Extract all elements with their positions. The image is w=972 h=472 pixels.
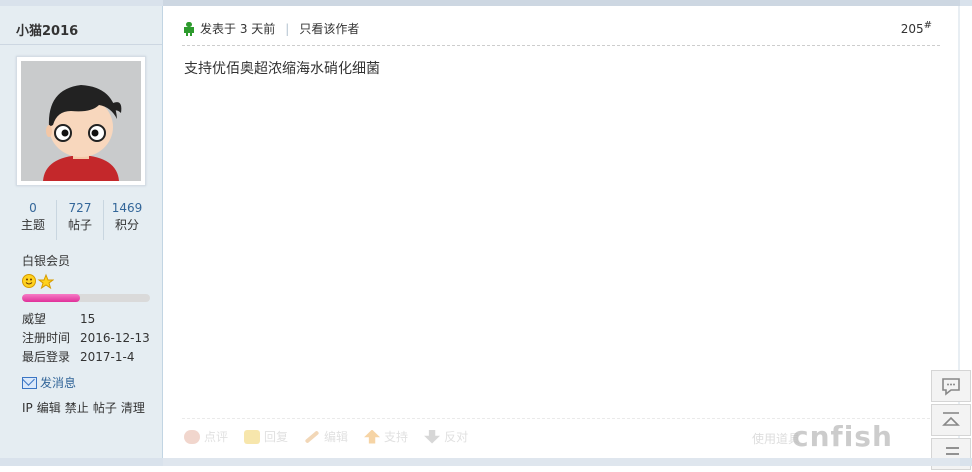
floor-number[interactable]: 205# [901, 20, 932, 36]
admin-ban-link[interactable]: 禁止 [65, 401, 89, 415]
header-divider [182, 45, 940, 46]
back-to-top-button[interactable] [931, 404, 971, 436]
level-progress-bar [22, 294, 150, 302]
stat-credits[interactable]: 1469 积分 [104, 200, 150, 240]
user-icon [184, 21, 194, 36]
reply-button[interactable]: 回复 [244, 428, 288, 445]
post-content: 支持优佰奥超浓缩海水硝化细菌 [184, 61, 380, 77]
bottom-border [0, 458, 972, 466]
divider [0, 44, 162, 45]
admin-edit-link[interactable]: 编辑 [37, 401, 61, 415]
user-panel: 小猫2016 0 主题 727 帖子 1469 积分 白银会员 威望 15 注册… [0, 6, 163, 458]
smile-icon [22, 274, 36, 288]
info-register-date: 注册时间 2016-12-13 [22, 331, 150, 345]
comment-icon [184, 429, 200, 444]
info-last-login: 最后登录 2017-1-4 [22, 350, 135, 364]
site-watermark: cnfish [792, 420, 893, 453]
send-message-link[interactable]: 发消息 [22, 374, 76, 391]
only-author-link[interactable]: 只看该作者 [299, 20, 359, 37]
username-link[interactable]: 小猫2016 [16, 20, 78, 39]
footer-divider [182, 418, 940, 419]
user-group[interactable]: 白银会员 [22, 252, 70, 269]
admin-clear-link[interactable]: 清理 [121, 401, 145, 415]
post-time: 发表于 3 天前 [200, 22, 276, 36]
rate-button[interactable]: 点评 [184, 428, 228, 445]
stat-threads[interactable]: 0 主题 [10, 200, 57, 240]
floating-toolbar [931, 370, 971, 472]
admin-links: IP 编辑 禁止 帖子 清理 [22, 399, 149, 416]
support-button[interactable]: 支持 [364, 428, 408, 445]
user-stats: 0 主题 727 帖子 1469 积分 [10, 200, 150, 240]
admin-ip-link[interactable]: IP [22, 401, 33, 415]
oppose-button[interactable]: 反对 [424, 428, 468, 445]
post-actions: 点评 回复 编辑 支持 反对 [184, 428, 484, 445]
info-prestige: 威望 15 [22, 312, 96, 326]
avatar[interactable] [16, 56, 146, 186]
mail-icon [22, 376, 37, 389]
reply-icon [244, 429, 261, 444]
edit-button[interactable]: 编辑 [304, 428, 348, 445]
user-info: 威望 15 注册时间 2016-12-13 最后登录 2017-1-4 [22, 310, 162, 367]
comment-icon [942, 378, 960, 396]
admin-posts-link[interactable]: 帖子 [93, 401, 117, 415]
arrow-down-icon [424, 429, 441, 444]
star-icon [37, 273, 55, 290]
top-icon [942, 412, 960, 426]
arrow-up-icon [364, 429, 381, 444]
pencil-icon [304, 429, 320, 444]
stat-posts[interactable]: 727 帖子 [57, 200, 104, 240]
post-header: 发表于 3 天前 | 只看该作者 [184, 20, 359, 37]
level-icons [22, 273, 55, 290]
separator: | [285, 21, 290, 36]
quick-reply-button[interactable] [931, 370, 971, 402]
